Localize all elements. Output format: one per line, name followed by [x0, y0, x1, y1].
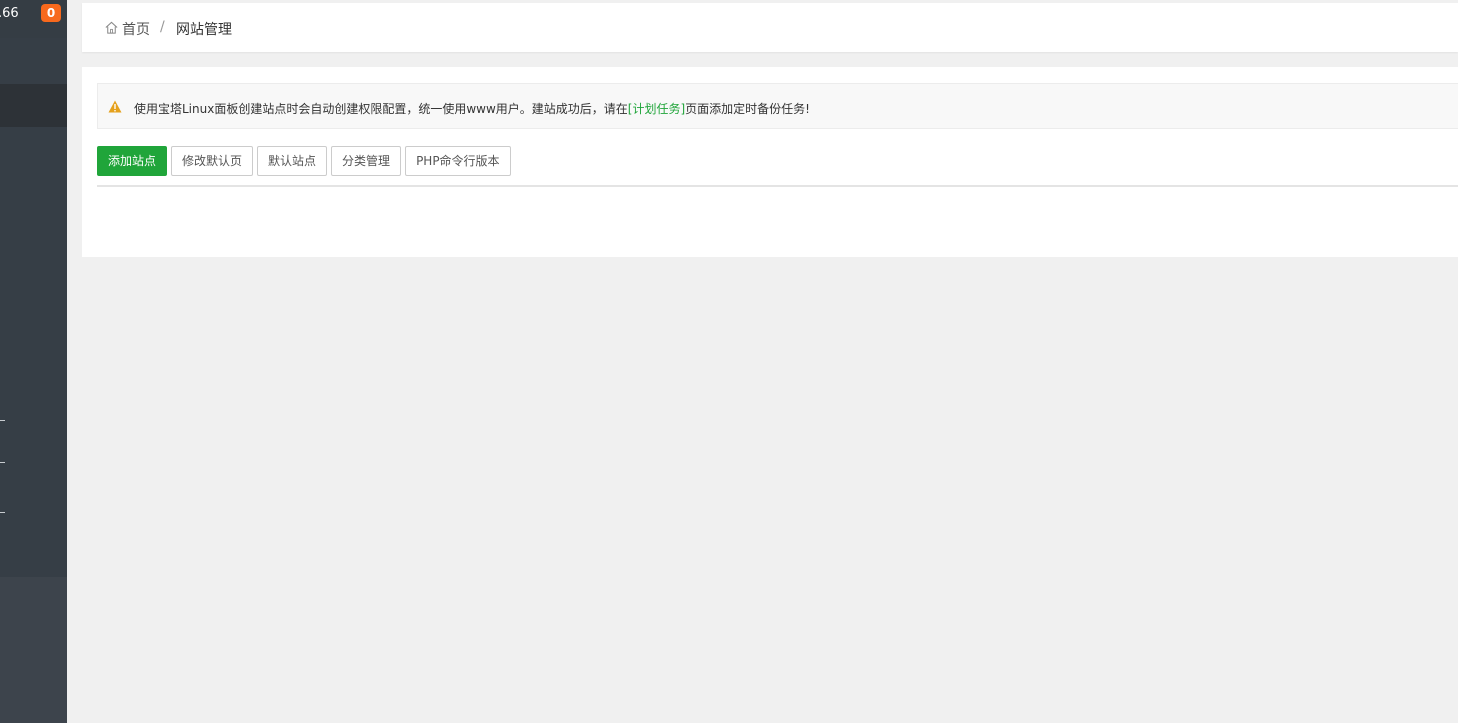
sidebar-header: .66 0 — [0, 0, 67, 38]
server-ip-label: .66 — [0, 6, 19, 21]
sidebar-item-fragment[interactable] — [0, 420, 5, 421]
sidebar-item-fragment[interactable] — [0, 512, 5, 513]
add-site-button[interactable]: 添加站点 — [97, 146, 168, 176]
main-panel: 使用宝塔Linux面板创建站点时会自动创建权限配置，统一使用www用户。建站成功… — [82, 67, 1458, 257]
category-manage-button[interactable]: 分类管理 — [331, 146, 402, 176]
edit-default-page-button[interactable]: 修改默认页 — [171, 146, 254, 176]
warning-icon — [108, 100, 122, 113]
cron-task-link[interactable]: [计划任务] — [628, 102, 685, 116]
info-alert: 使用宝塔Linux面板创建站点时会自动创建权限配置，统一使用www用户。建站成功… — [97, 83, 1458, 129]
breadcrumb-current: 网站管理 — [176, 22, 232, 38]
sidebar: .66 0 — [0, 0, 67, 723]
sidebar-menu — [0, 38, 67, 577]
alert-text-before: 使用宝塔Linux面板创建站点时会自动创建权限配置，统一使用www用户。建站成功… — [134, 102, 628, 116]
sidebar-footer — [0, 577, 67, 723]
alert-text-after: 页面添加定时备份任务! — [685, 102, 810, 116]
sidebar-item-website-active[interactable] — [0, 84, 67, 127]
notification-badge[interactable]: 0 — [41, 4, 61, 22]
site-toolbar: 添加站点 修改默认页 默认站点 分类管理 PHP命令行版本 — [97, 146, 515, 176]
breadcrumb: 首页 / 网站管理 — [82, 3, 1458, 52]
sidebar-item-fragment[interactable] — [0, 462, 5, 463]
php-cli-version-button[interactable]: PHP命令行版本 — [405, 146, 511, 176]
home-icon[interactable] — [104, 20, 119, 35]
breadcrumb-home-link[interactable]: 首页 — [122, 19, 150, 39]
table-top-divider — [97, 185, 1458, 187]
alert-message: 使用宝塔Linux面板创建站点时会自动创建权限配置，统一使用www用户。建站成功… — [134, 100, 810, 117]
breadcrumb-separator: / — [160, 19, 165, 35]
default-site-button[interactable]: 默认站点 — [257, 146, 328, 176]
